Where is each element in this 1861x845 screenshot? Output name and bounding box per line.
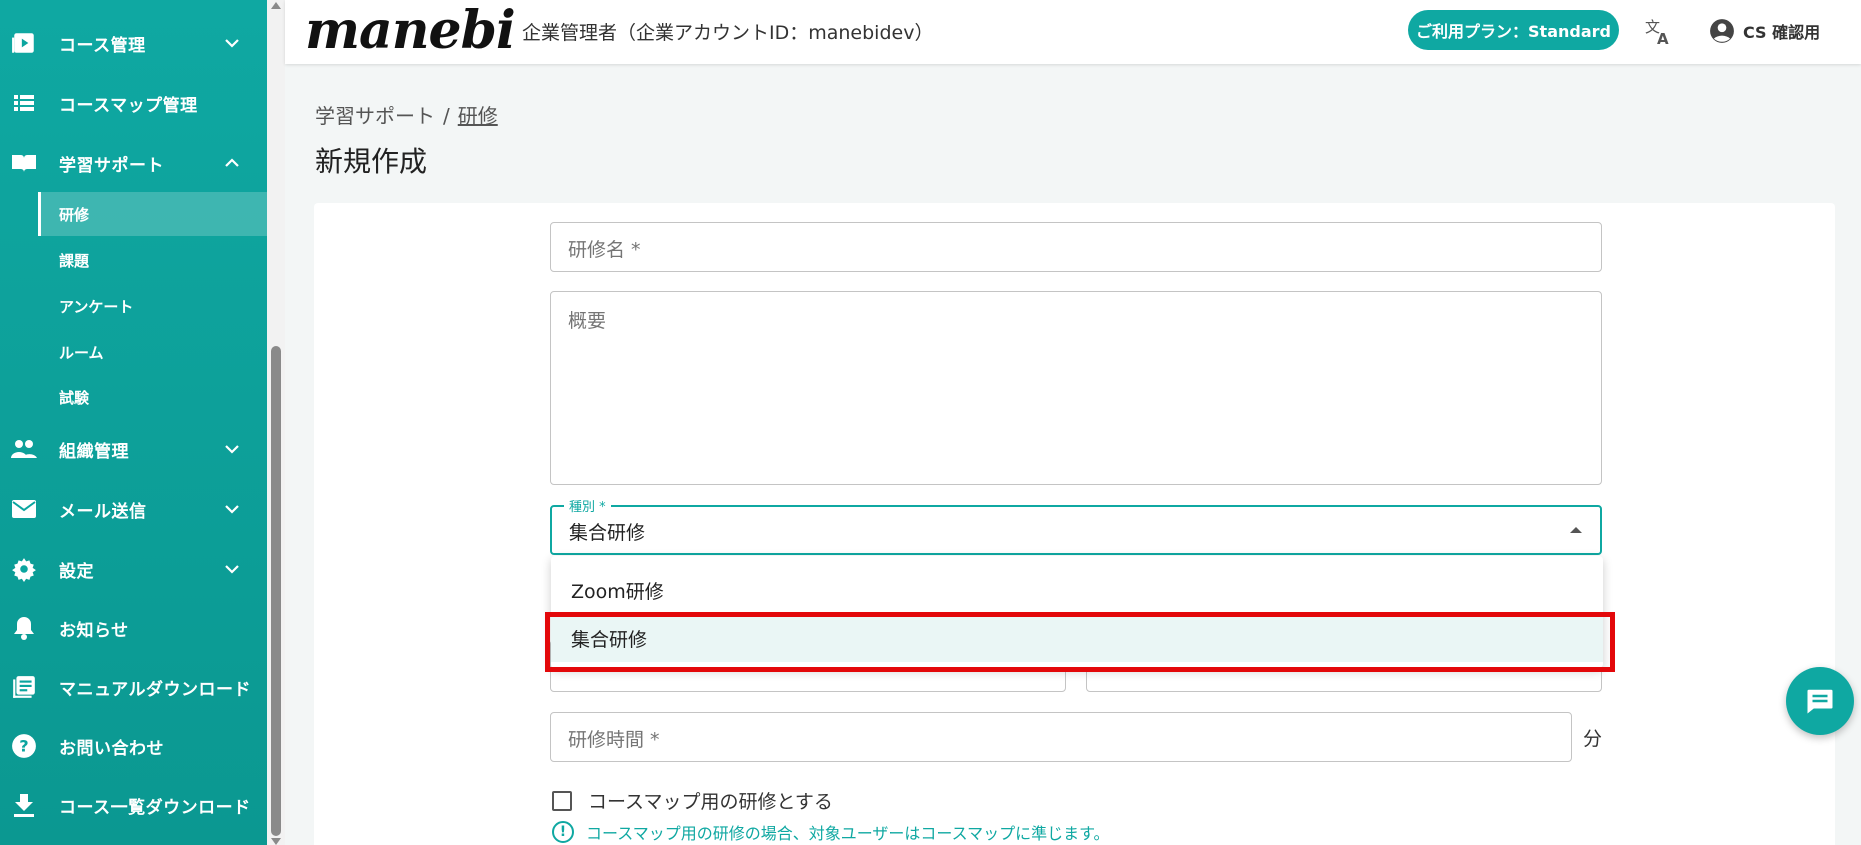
play-square-icon [10,29,38,57]
sidebar-item-settings[interactable]: 設定 [0,545,267,593]
info-icon: ! [552,821,574,843]
page-title: 新規作成 [315,145,428,178]
account-circle-icon [1710,19,1734,43]
svg-text:?: ? [19,736,28,755]
logo: manebi [305,0,516,61]
bell-icon [10,614,38,642]
coursemap-checkbox[interactable] [552,790,572,811]
sidebar-item-course-list-download[interactable]: コース一覧ダウンロード [0,781,267,829]
summary-placeholder: 概要 [568,310,607,332]
breadcrumb-parent: 学習サポート [315,104,435,128]
sidebar-scrollbar[interactable] [267,0,285,845]
duration-input[interactable]: 研修時間 * [550,712,1572,762]
chevron-down-icon [225,505,239,514]
book-icon [10,149,38,177]
sidebar-subitem-label: 課題 [59,251,90,270]
account-info: 企業管理者（企業アカウントID：manebidev） [522,22,934,44]
download-icon [10,791,38,819]
highlight-annotation-box [545,612,1615,672]
breadcrumb-separator: / [443,104,450,128]
sidebar-item-coursemap[interactable]: コースマップ管理 [0,79,267,127]
sidebar-item-label: お知らせ [59,620,129,641]
sidebar-item-label: コース一覧ダウンロード [59,797,251,818]
scroll-up-arrow-icon[interactable] [271,2,281,9]
coursemap-checkbox-label: コースマップ用の研修とする [588,791,833,813]
sidebar-item-mail[interactable]: メール送信 [0,485,267,533]
user-name: CS 確認用 [1743,23,1821,42]
sidebar-subitem-label: アンケート [59,297,134,316]
translate-icon[interactable]: 文 A [1643,16,1673,46]
document-icon [10,673,38,701]
sidebar-item-contact[interactable]: ? お問い合わせ [0,722,267,770]
type-option-zoom[interactable]: Zoom研修 [551,566,1603,614]
sidebar-subitem-label: 研修 [59,205,90,224]
chevron-down-icon [225,565,239,574]
sidebar-item-organization[interactable]: 組織管理 [0,425,267,473]
coursemap-checkbox-row[interactable]: コースマップ用の研修とする [552,787,833,814]
sidebar-item-learning-support[interactable]: 学習サポート [0,139,267,187]
breadcrumb-link-training[interactable]: 研修 [458,104,498,128]
duration-unit: 分 [1583,728,1603,750]
mail-icon [10,495,38,523]
chat-button[interactable] [1786,667,1854,735]
sidebar-item-label: コース管理 [59,35,146,56]
sidebar-subitem-exam[interactable]: 試験 [38,375,267,419]
gear-icon [10,555,38,583]
type-select-value: 集合研修 [569,522,646,544]
sidebar-subitem-training[interactable]: 研修 [38,192,267,236]
sidebar-subitem-label: ルーム [59,343,104,362]
sidebar-subitem-assignment[interactable]: 課題 [38,238,267,282]
sidebar: コース管理 コースマップ管理 学習サポート 研修 課題 アンケート ルーム 試験… [0,0,267,845]
sidebar-item-label: マニュアルダウンロード [59,679,251,700]
sidebar-item-manual-download[interactable]: マニュアルダウンロード [0,663,267,711]
sidebar-subitem-label: 試験 [59,388,90,407]
type-select[interactable]: 集合研修 [550,505,1602,555]
chevron-down-icon [225,39,239,48]
sidebar-item-label: お問い合わせ [59,738,164,759]
sidebar-item-label: 学習サポート [59,155,164,176]
help-icon: ? [10,732,38,760]
scroll-thumb[interactable] [271,346,281,836]
coursemap-hint: ! コースマップ用の研修の場合、対象ユーザーはコースマップに準じます。 [552,820,1110,844]
sidebar-item-notifications[interactable]: お知らせ [0,604,267,652]
user-menu[interactable]: CS 確認用 [1709,16,1820,46]
sidebar-subitem-survey[interactable]: アンケート [38,284,267,328]
breadcrumb: 学習サポート / 研修 [315,100,498,129]
list-icon [10,89,38,117]
sidebar-item-label: 組織管理 [59,441,129,462]
chat-icon [1807,689,1833,714]
scroll-down-arrow-icon[interactable] [271,838,281,845]
training-name-placeholder: 研修名 * [568,239,641,261]
sidebar-item-label: メール送信 [59,501,147,522]
summary-textarea[interactable]: 概要 [550,291,1602,485]
plan-badge[interactable]: ご利用プラン：Standard [1408,10,1619,50]
svg-text:A: A [1657,30,1669,46]
chevron-down-icon [225,445,239,454]
sidebar-item-course-management[interactable]: コース管理 [0,19,267,67]
coursemap-hint-text: コースマップ用の研修の場合、対象ユーザーはコースマップに準じます。 [586,824,1110,843]
caret-up-icon [1570,527,1582,533]
sidebar-item-label: 設定 [59,561,94,582]
chevron-up-icon [225,158,239,167]
sidebar-item-label: コースマップ管理 [59,95,198,116]
top-header: manebi 企業管理者（企業アカウントID：manebidev） ご利用プラン… [285,0,1861,64]
duration-placeholder: 研修時間 * [568,729,660,751]
type-select-label: 種別 * [564,496,611,515]
sidebar-subitem-room[interactable]: ルーム [38,330,267,374]
training-name-input[interactable]: 研修名 * [550,222,1602,272]
people-icon [10,435,38,463]
